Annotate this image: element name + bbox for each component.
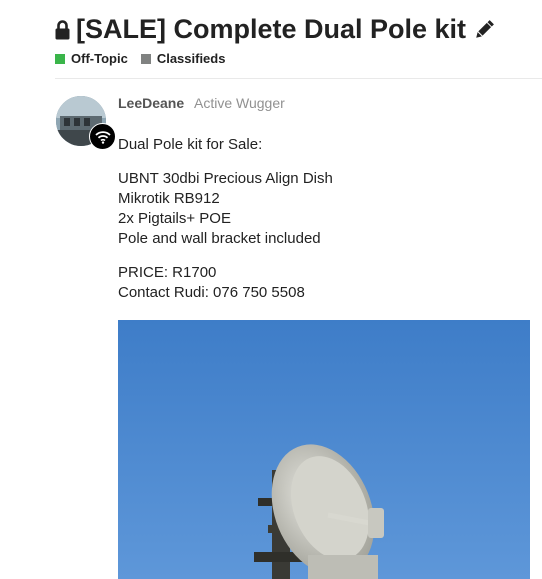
- post-item-list: UBNT 30dbi Precious Align Dish Mikrotik …: [118, 169, 333, 249]
- user-title: Active Wugger: [194, 95, 285, 111]
- dish-photo: [118, 320, 530, 579]
- post-line: UBNT 30dbi Precious Align Dish: [118, 170, 333, 187]
- post-image[interactable]: [118, 320, 530, 579]
- pencil-icon[interactable]: [473, 19, 495, 41]
- page-title: [SALE] Complete Dual Pole kit: [76, 14, 467, 44]
- post-contact: PRICE: R1700 Contact Rudi: 076 750 5508: [118, 263, 333, 303]
- lock-icon: [55, 19, 70, 39]
- post-line: Dual Pole kit for Sale:: [118, 136, 263, 153]
- wifi-icon: [94, 130, 111, 144]
- post-line: 2x Pigtails+ POE: [118, 210, 231, 227]
- user-badge: [89, 123, 116, 150]
- username[interactable]: LeeDeane: [118, 95, 184, 111]
- category-off-topic[interactable]: Off-Topic: [55, 51, 128, 66]
- category-label: Classifieds: [156, 51, 226, 66]
- post-body: Dual Pole kit for Sale: UBNT 30dbi Preci…: [118, 135, 333, 317]
- post-line: Contact Rudi: 076 750 5508: [118, 284, 305, 301]
- category-classifieds[interactable]: Classifieds: [140, 51, 226, 66]
- category-color-swatch: [140, 53, 151, 64]
- category-color-swatch: [55, 53, 65, 64]
- post-line: Mikrotik RB912: [118, 190, 220, 207]
- post-price: PRICE: R1700: [118, 264, 217, 281]
- category-label: Off-Topic: [71, 51, 128, 66]
- topic-header: [SALE] Complete Dual Pole kit: [55, 14, 495, 45]
- post-line: Pole and wall bracket included: [118, 230, 321, 247]
- category-list: Off-Topic Classifieds: [55, 51, 238, 66]
- header-divider: [55, 78, 542, 79]
